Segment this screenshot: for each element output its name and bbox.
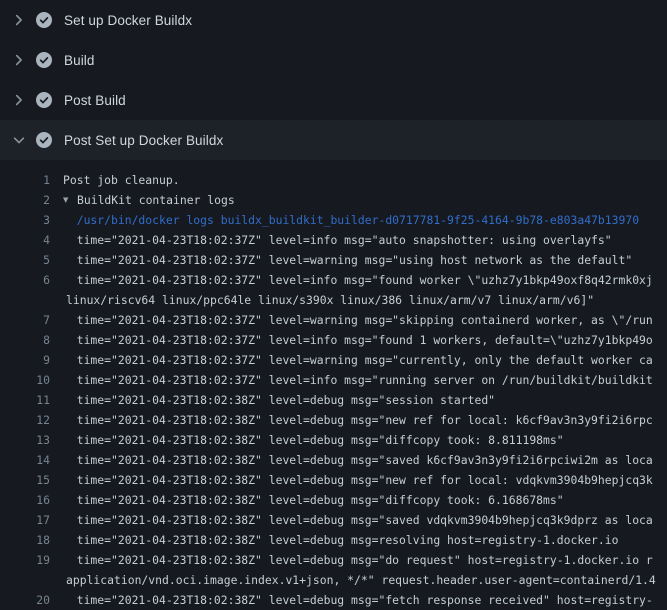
log-line-text: time="2021-04-23T18:02:37Z" level=info m… [50, 370, 653, 390]
log-line-number[interactable]: 11 [0, 390, 50, 410]
step-row-post-set-up-docker-buildx[interactable]: Post Set up Docker Buildx [0, 120, 667, 160]
log-row: 6 time="2021-04-23T18:02:37Z" level=info… [0, 270, 667, 290]
log-line-text: time="2021-04-23T18:02:38Z" level=debug … [50, 410, 653, 430]
log-line-number[interactable]: 7 [0, 310, 50, 330]
log-row: 20 time="2021-04-23T18:02:38Z" level=deb… [0, 590, 667, 610]
log-line-number[interactable]: 5 [0, 250, 50, 270]
log-line-number[interactable]: 3 [0, 210, 50, 230]
log-line-text: time="2021-04-23T18:02:37Z" level=warnin… [50, 350, 653, 370]
log-row: 15 time="2021-04-23T18:02:38Z" level=deb… [0, 470, 667, 490]
log-line-text: time="2021-04-23T18:02:37Z" level=info m… [50, 270, 653, 290]
log-line-number[interactable]: 12 [0, 410, 50, 430]
step-row-set-up-docker-buildx[interactable]: Set up Docker Buildx [0, 0, 667, 40]
log-line-text: time="2021-04-23T18:02:38Z" level=debug … [50, 470, 653, 490]
check-circle-icon [36, 92, 52, 108]
step-label: Post Set up Docker Buildx [64, 133, 223, 148]
log-row-wrapped: linux/riscv64 linux/ppc64le linux/s390x … [0, 290, 667, 310]
log-line-number[interactable]: 8 [0, 330, 50, 350]
log-line-number[interactable]: 1 [0, 170, 50, 190]
check-circle-icon [36, 132, 52, 148]
log-line-number[interactable]: 14 [0, 450, 50, 470]
chevron-right-icon [11, 52, 27, 68]
log-line-number[interactable]: 4 [0, 230, 50, 250]
log-line-text: time="2021-04-23T18:02:38Z" level=debug … [50, 490, 564, 510]
log-row: 19 time="2021-04-23T18:02:38Z" level=deb… [0, 550, 667, 570]
log-line-number[interactable]: 10 [0, 370, 50, 390]
log-line-text: time="2021-04-23T18:02:37Z" level=info m… [50, 230, 612, 250]
log-row: 8 time="2021-04-23T18:02:37Z" level=info… [0, 330, 667, 350]
log-row: 3 /usr/bin/docker logs buildx_buildkit_b… [0, 210, 667, 230]
log-line-text: time="2021-04-23T18:02:38Z" level=debug … [50, 390, 495, 410]
log-line-number [0, 570, 50, 590]
log-group-toggle[interactable]: BuildKit container logs [77, 193, 235, 207]
log-line-number[interactable]: 18 [0, 530, 50, 550]
log-line-number[interactable]: 17 [0, 510, 50, 530]
log-line-text: time="2021-04-23T18:02:38Z" level=debug … [50, 510, 653, 530]
log-line-text: application/vnd.oci.image.index.v1+json,… [50, 570, 656, 590]
log-line-text: time="2021-04-23T18:02:38Z" level=debug … [50, 450, 653, 470]
log-row: 10 time="2021-04-23T18:02:37Z" level=inf… [0, 370, 667, 390]
step-row-post-build[interactable]: Post Build [0, 80, 667, 120]
triangle-down-icon: ▼ [63, 191, 77, 211]
log-line-text: time="2021-04-23T18:02:38Z" level=debug … [50, 530, 618, 550]
log-row-wrapped: application/vnd.oci.image.index.v1+json,… [0, 570, 667, 590]
step-label: Set up Docker Buildx [64, 13, 192, 28]
log-line-number [0, 290, 50, 310]
log-line-text: linux/riscv64 linux/ppc64le linux/s390x … [50, 290, 594, 310]
log-row: 11 time="2021-04-23T18:02:38Z" level=deb… [0, 390, 667, 410]
log-row: 17 time="2021-04-23T18:02:38Z" level=deb… [0, 510, 667, 530]
log-lines: 1Post job cleanup.2▼BuildKit container l… [0, 160, 667, 610]
log-row: 12 time="2021-04-23T18:02:38Z" level=deb… [0, 410, 667, 430]
log-line-text: time="2021-04-23T18:02:38Z" level=debug … [50, 430, 564, 450]
log-row: 7 time="2021-04-23T18:02:37Z" level=warn… [0, 310, 667, 330]
step-row-build[interactable]: Build [0, 40, 667, 80]
log-row: 4 time="2021-04-23T18:02:37Z" level=info… [0, 230, 667, 250]
step-label: Post Build [64, 93, 126, 108]
log-line-number[interactable]: 2 [0, 190, 50, 210]
log-line-number[interactable]: 20 [0, 590, 50, 610]
steps-list: Set up Docker Buildx Build Post Build Po… [0, 0, 667, 160]
log-row: 13 time="2021-04-23T18:02:38Z" level=deb… [0, 430, 667, 450]
log-row: 1Post job cleanup. [0, 170, 667, 190]
log-line-text: time="2021-04-23T18:02:37Z" level=warnin… [50, 310, 653, 330]
log-line-number[interactable]: 9 [0, 350, 50, 370]
log-line-number[interactable]: 15 [0, 470, 50, 490]
log-line-text: time="2021-04-23T18:02:37Z" level=warnin… [50, 250, 632, 270]
log-command-text: /usr/bin/docker logs buildx_buildkit_bui… [50, 210, 639, 230]
log-row: 5 time="2021-04-23T18:02:37Z" level=warn… [0, 250, 667, 270]
log-row: 14 time="2021-04-23T18:02:38Z" level=deb… [0, 450, 667, 470]
log-row: 16 time="2021-04-23T18:02:38Z" level=deb… [0, 490, 667, 510]
log-line-text: time="2021-04-23T18:02:37Z" level=info m… [50, 330, 653, 350]
log-line-number[interactable]: 6 [0, 270, 50, 290]
step-label: Build [64, 53, 95, 68]
check-circle-icon [36, 12, 52, 28]
log-line-number[interactable]: 16 [0, 490, 50, 510]
log-line-number[interactable]: 19 [0, 550, 50, 570]
check-circle-icon [36, 52, 52, 68]
log-line-text: time="2021-04-23T18:02:38Z" level=debug … [50, 550, 653, 570]
log-row: 2▼BuildKit container logs [0, 190, 667, 210]
log-row: 9 time="2021-04-23T18:02:37Z" level=warn… [0, 350, 667, 370]
chevron-right-icon [11, 12, 27, 28]
chevron-right-icon [11, 92, 27, 108]
log-line-text: Post job cleanup. [50, 170, 180, 190]
log-line-number[interactable]: 13 [0, 430, 50, 450]
log-line-text: time="2021-04-23T18:02:38Z" level=debug … [50, 590, 653, 610]
actions-log-viewer: { "colors": { "background": "#161a20", "… [0, 0, 667, 600]
log-row: 18 time="2021-04-23T18:02:38Z" level=deb… [0, 530, 667, 550]
log-group-line: ▼BuildKit container logs [50, 190, 235, 210]
chevron-down-icon [11, 132, 27, 148]
